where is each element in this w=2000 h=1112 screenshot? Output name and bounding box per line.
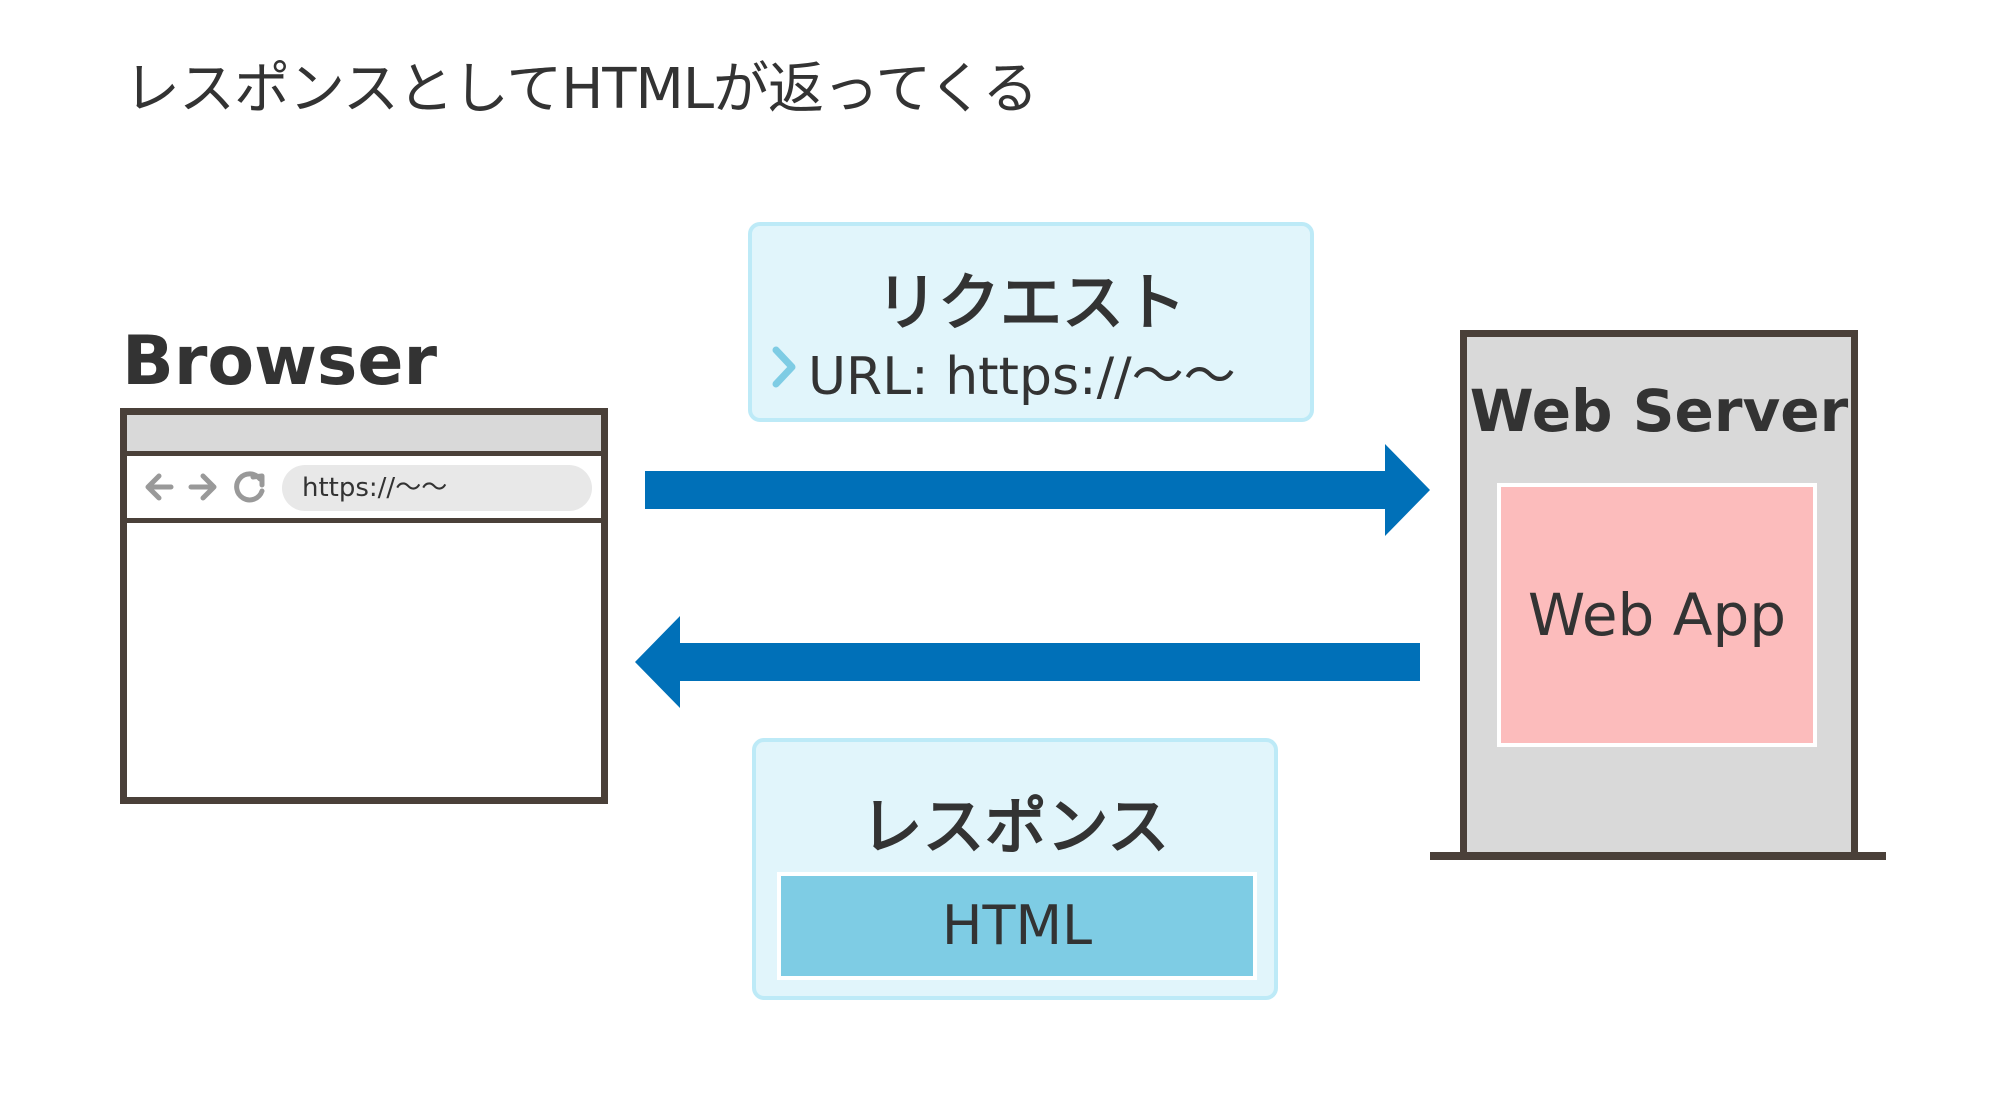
response-callout: レスポンス HTML	[752, 738, 1278, 1000]
forward-arrow-icon[interactable]	[183, 464, 223, 510]
address-bar[interactable]: https://〜〜	[282, 465, 592, 511]
browser-window: https://〜〜	[120, 408, 608, 804]
response-html-block: HTML	[777, 872, 1257, 980]
web-server: Web Server Web App	[1460, 330, 1858, 856]
browser-titlebar	[127, 415, 601, 456]
response-title: レスポンス	[860, 790, 1170, 863]
browser-toolbar: https://〜〜	[127, 456, 601, 523]
browser-content-area	[127, 523, 601, 797]
server-base-line	[1430, 852, 1886, 860]
web-server-label: Web Server	[1469, 377, 1849, 445]
reload-icon[interactable]	[229, 464, 269, 510]
browser-label: Browser	[122, 322, 438, 401]
request-title: リクエスト	[875, 266, 1186, 339]
request-arrow	[645, 444, 1430, 536]
page-title: レスポンスとしてHTMLが返ってくる	[124, 57, 1038, 122]
response-arrow	[635, 616, 1420, 708]
request-url: URL: https://〜〜	[808, 347, 1236, 407]
back-arrow-icon[interactable]	[141, 464, 181, 510]
request-callout: リクエスト URL: https://〜〜	[748, 222, 1314, 422]
web-app-box: Web App	[1497, 483, 1817, 747]
chevron-right-icon	[772, 346, 796, 388]
